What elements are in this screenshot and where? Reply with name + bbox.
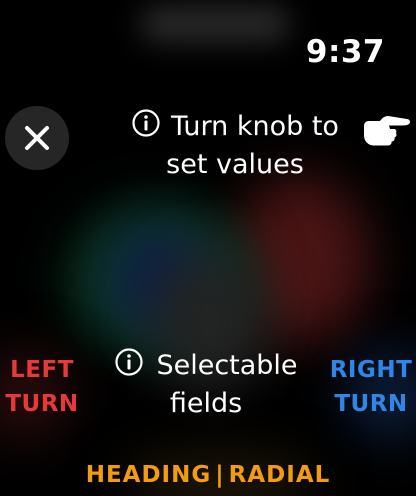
knob-hint-text-1: Turn knob to	[171, 111, 339, 142]
label-separator: |	[215, 462, 225, 488]
knob-hint-text-2: set values	[166, 149, 304, 180]
left-turn-label-2: TURN	[5, 391, 79, 417]
left-turn-button[interactable]: LEFT TURN	[4, 353, 80, 421]
right-turn-button[interactable]: RIGHT TURN	[328, 353, 414, 421]
selectable-hint: Selectable fields	[96, 347, 316, 423]
selectable-hint-line-1: Selectable	[96, 347, 316, 385]
knob-hint-line-1: Turn knob to	[100, 108, 370, 146]
close-button[interactable]	[5, 106, 69, 170]
selectable-hint-text-2: fields	[169, 388, 243, 419]
hand-pointing-right-icon	[364, 116, 411, 146]
blur-blob	[140, 6, 290, 42]
selectable-hint-text-1: Selectable	[156, 350, 298, 381]
right-turn-label-2: TURN	[334, 391, 408, 417]
status-time: 9:37	[305, 34, 385, 70]
close-icon	[25, 126, 49, 150]
knob-hint: Turn knob to set values	[100, 108, 370, 184]
heading-label[interactable]: HEADING	[86, 462, 212, 488]
left-turn-label-1: LEFT	[10, 357, 74, 383]
heading-radial-selector[interactable]: HEADING | RADIAL	[0, 462, 416, 488]
radial-label[interactable]: RADIAL	[229, 462, 331, 488]
info-icon	[132, 109, 160, 137]
right-turn-label-1: RIGHT	[329, 357, 413, 383]
info-icon	[115, 348, 144, 376]
watch-screen: 9:37 Turn knob to set values Selectable	[0, 0, 416, 496]
